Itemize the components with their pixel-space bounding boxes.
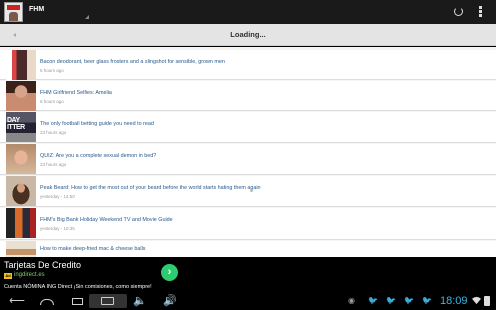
article-thumbnail — [6, 50, 36, 80]
article-title: QUIZ: Are you a complete sexual demon in… — [40, 153, 157, 159]
ad-banner[interactable]: Tarjetas De Credito Ad ingdirect.es › Cu… — [0, 257, 496, 292]
volume-up-icon[interactable]: 🔊 — [163, 294, 177, 308]
twitter-icon: 🐦 — [404, 296, 414, 305]
article-title: FHM's Big Bank Holiday Weekend TV and Mo… — [40, 217, 173, 223]
list-item[interactable]: Peak Beard: How to get the most out of y… — [0, 176, 496, 207]
recent-apps-icon[interactable] — [69, 294, 87, 308]
article-title: Peak Beard: How to get the most out of y… — [40, 185, 261, 191]
twitter-icon: 🐦 — [422, 296, 432, 305]
article-title: FHM Girlfriend Selfies: Amelia — [40, 90, 112, 96]
battery-icon — [484, 296, 490, 306]
article-time: 23 hours ago — [40, 162, 67, 167]
article-thumbnail — [6, 176, 36, 206]
article-thumbnail: DAY ITTER — [6, 112, 36, 142]
article-title: Bacon deodorant, beer glass frosters and… — [40, 59, 225, 65]
status-clock[interactable]: 18:09 — [440, 295, 468, 307]
article-list[interactable]: Bacon deodorant, beer glass frosters and… — [0, 47, 496, 257]
ad-badge-icon: Ad — [4, 273, 12, 279]
system-navigation-bar: ⟵ 🔈 🔊 ◉ 🐦 🐦 🐦 🐦 18:09 — [0, 292, 496, 310]
ad-go-button[interactable]: › — [161, 264, 178, 281]
article-title: How to make deep-fried mac & cheese ball… — [40, 246, 146, 252]
ad-title[interactable]: Tarjetas De Credito — [4, 260, 81, 270]
volume-down-icon[interactable]: 🔈 — [133, 294, 147, 308]
app-title[interactable]: FHM — [29, 6, 44, 13]
article-thumbnail — [6, 241, 36, 257]
ad-domain[interactable]: ingdirect.es — [14, 272, 45, 278]
action-bar: FHM — [0, 0, 496, 24]
back-icon[interactable]: ⟵ — [8, 294, 26, 308]
article-time: 6 hours ago — [40, 68, 64, 73]
scroll-indicator — [250, 189, 253, 192]
fhm-app-icon[interactable] — [4, 2, 23, 22]
twitter-icon: 🐦 — [368, 296, 378, 305]
screenshot-icon[interactable] — [89, 294, 127, 308]
list-item[interactable]: FHM Girlfriend Selfies: Amelia 6 hours a… — [0, 81, 496, 111]
article-thumbnail — [6, 81, 36, 111]
article-thumbnail — [6, 208, 36, 238]
wifi-icon — [472, 296, 481, 305]
loading-bar: Loading... — [0, 24, 496, 46]
list-item[interactable]: QUIZ: Are you a complete sexual demon in… — [0, 144, 496, 175]
home-icon[interactable] — [37, 294, 57, 308]
list-item[interactable]: Bacon deodorant, beer glass frosters and… — [0, 50, 496, 80]
article-time: yesterday - 10:35 — [40, 226, 75, 231]
thumbnail-text: DAY ITTER — [7, 117, 25, 131]
list-item[interactable]: DAY ITTER The only football betting guid… — [0, 112, 496, 143]
loading-text: Loading... — [230, 30, 266, 39]
list-item[interactable]: FHM's Big Bank Holiday Weekend TV and Mo… — [0, 208, 496, 240]
article-thumbnail — [6, 144, 36, 174]
article-time: yesterday - 14:50 — [40, 194, 75, 199]
overflow-menu-icon[interactable] — [479, 6, 482, 18]
dropdown-caret-icon — [85, 15, 89, 19]
sync-icon: ◉ — [348, 296, 355, 305]
list-item[interactable]: How to make deep-fried mac & cheese ball… — [0, 241, 496, 257]
ad-description: Cuenta NÓMINA ING Direct ¡Sin comisiones… — [4, 284, 152, 290]
twitter-icon: 🐦 — [386, 296, 396, 305]
article-time: 23 hours ago — [40, 130, 67, 135]
article-time: 6 hours ago — [40, 99, 64, 104]
article-title: The only football betting guide you need… — [40, 121, 154, 127]
refresh-icon[interactable] — [454, 7, 463, 16]
